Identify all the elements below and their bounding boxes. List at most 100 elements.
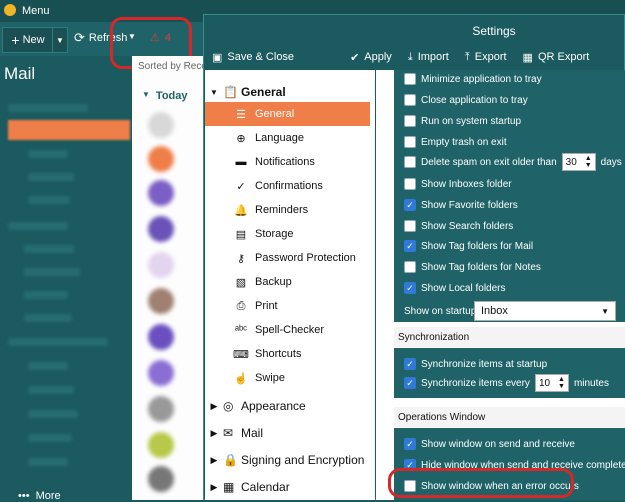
checkbox-box[interactable] (404, 115, 416, 127)
show-send-receive-checkbox[interactable]: ✓ Show window on send and receive (404, 438, 575, 450)
avatar[interactable] (148, 180, 174, 206)
option-label: Minimize application to tray (421, 73, 542, 85)
avatar[interactable] (148, 288, 174, 314)
nav-item[interactable] (8, 338, 108, 346)
checkbox-box[interactable] (404, 73, 416, 85)
tree-item-label: Storage (255, 228, 294, 240)
stepper-arrows-icon[interactable]: ▲ ▼ (585, 155, 592, 169)
export-label: Export (474, 51, 507, 63)
tree-mail-label: Mail (241, 426, 264, 440)
avatar[interactable] (148, 396, 174, 422)
show-inboxes-checkbox[interactable]: Show Inboxes folder (404, 178, 512, 190)
nav-item[interactable] (28, 434, 72, 442)
new-button[interactable]: + New (2, 27, 54, 53)
nav-item[interactable] (24, 314, 72, 322)
tree-item-print[interactable]: ⎙ Print (205, 294, 370, 318)
backup-icon: ▧ (235, 276, 247, 289)
checkbox-checked[interactable]: ✓ (404, 438, 416, 450)
tree-item-backup[interactable]: ▧ Backup (205, 270, 370, 294)
tree-general[interactable]: ▼ 📋 General (205, 80, 375, 104)
apply-button[interactable]: ✔ Apply (342, 51, 400, 64)
delete-spam-checkbox[interactable]: Delete spam on exit older than 30 ▲ ▼ days (404, 153, 622, 171)
nav-item[interactable] (28, 362, 68, 370)
new-dropdown-button[interactable]: ▼ (52, 27, 68, 53)
checkbox-checked[interactable]: ✓ (404, 199, 416, 211)
checkbox-checked[interactable]: ✓ (404, 282, 416, 294)
tree-item-language[interactable]: ⊕ Language (205, 126, 370, 150)
minimize-tray-checkbox[interactable]: Minimize application to tray (404, 73, 542, 85)
nav-item[interactable] (28, 196, 70, 204)
tree-calendar[interactable]: ▶ ▦ Calendar (205, 475, 375, 499)
nav-item[interactable] (24, 245, 74, 253)
today-group-header[interactable]: ▼ Today (142, 90, 188, 102)
tree-calendar-label: Calendar (241, 480, 290, 494)
checkbox-box[interactable] (404, 261, 416, 273)
checkbox-box[interactable] (404, 94, 416, 106)
qr-export-button[interactable]: ▦ QR Export (515, 51, 598, 64)
nav-item[interactable] (8, 104, 88, 112)
startup-select[interactable]: Inbox ▼ (474, 301, 616, 321)
delete-spam-days-stepper[interactable]: 30 ▲ ▼ (561, 153, 596, 171)
checkbox-box[interactable] (404, 178, 416, 190)
avatar[interactable] (148, 112, 174, 138)
tree-item-shortcuts[interactable]: ⌨ Shortcuts (205, 342, 370, 366)
show-favorite-checkbox[interactable]: ✓ Show Favorite folders (404, 199, 518, 211)
avatar[interactable] (148, 466, 174, 492)
tree-item-notifications[interactable]: ▬ Notifications (205, 150, 370, 174)
export-button[interactable]: ⤒ Export (457, 51, 515, 64)
save-icon: ▣ (212, 51, 223, 64)
avatar[interactable] (148, 252, 174, 278)
tree-item-swipe[interactable]: ☝ Swipe (205, 366, 370, 390)
checkbox-box[interactable] (404, 136, 416, 148)
nav-item[interactable] (28, 150, 68, 158)
tree-item-storage[interactable]: ▤ Storage (205, 222, 370, 246)
avatar[interactable] (148, 360, 174, 386)
nav-item[interactable] (8, 222, 68, 230)
settings-toolbar: ▣ Save & Close ✔ Apply ⤓ Import ⤒ Export… (204, 44, 625, 70)
nav-item[interactable] (24, 268, 80, 276)
empty-trash-checkbox[interactable]: Empty trash on exit (404, 136, 507, 148)
checkbox-box[interactable] (404, 156, 416, 168)
show-on-startup-label: Show on startup: (404, 306, 479, 317)
tree-item-password[interactable]: ⚷ Password Protection (205, 246, 370, 270)
nav-item-selected[interactable] (8, 120, 130, 140)
save-close-button[interactable]: ▣ Save & Close (204, 51, 302, 64)
checkmark-icon: ✔ (350, 51, 360, 64)
nav-item[interactable] (28, 386, 74, 394)
sync-every-checkbox[interactable]: ✓ Synchronize items every 10 ▲ ▼ minutes (404, 374, 609, 392)
avatar[interactable] (148, 146, 174, 172)
more-button[interactable]: ••• More (18, 490, 61, 502)
tree-item-general[interactable]: ☰ General (205, 102, 370, 126)
stepper-arrows-icon[interactable]: ▲ ▼ (558, 376, 565, 390)
tree-appearance[interactable]: ▶ ◎ Appearance (205, 394, 375, 418)
nav-item[interactable] (28, 458, 68, 466)
nav-item[interactable] (28, 410, 78, 418)
tree-item-confirmations[interactable]: ✓ Confirmations (205, 174, 370, 198)
tree-item-reminders[interactable]: 🔔 Reminders (205, 198, 370, 222)
show-tag-mail-checkbox[interactable]: ✓ Show Tag folders for Mail (404, 240, 533, 252)
avatar[interactable] (148, 216, 174, 242)
run-startup-checkbox[interactable]: Run on system startup (404, 115, 521, 127)
nav-item[interactable] (28, 173, 74, 181)
close-tray-checkbox[interactable]: Close application to tray (404, 94, 528, 106)
show-tag-notes-checkbox[interactable]: Show Tag folders for Notes (404, 261, 541, 273)
show-search-checkbox[interactable]: Show Search folders (404, 220, 513, 232)
sync-section-header: Synchronization (394, 327, 625, 347)
menu-button[interactable]: Menu (22, 5, 50, 17)
tree-item-spell-checker[interactable]: ᵃᵇᶜ Spell-Checker (205, 318, 370, 342)
avatar[interactable] (148, 432, 174, 458)
sync-startup-checkbox[interactable]: ✓ Synchronize items at startup (404, 358, 547, 370)
checkbox-checked[interactable]: ✓ (404, 240, 416, 252)
checkbox-box[interactable] (404, 220, 416, 232)
more-label: More (35, 490, 61, 502)
checkbox-checked[interactable]: ✓ (404, 358, 416, 370)
nav-item[interactable] (24, 291, 68, 299)
tree-mail[interactable]: ▶ ✉ Mail (205, 421, 375, 445)
avatar[interactable] (148, 324, 174, 350)
import-button[interactable]: ⤓ Import (400, 51, 457, 64)
check-circle-icon: ✓ (236, 180, 246, 193)
show-local-checkbox[interactable]: ✓ Show Local folders (404, 282, 506, 294)
checkbox-checked[interactable]: ✓ (404, 377, 416, 389)
tree-signing[interactable]: ▶ 🔒 Signing and Encryption (205, 448, 375, 472)
sync-minutes-stepper[interactable]: 10 ▲ ▼ (534, 374, 569, 392)
